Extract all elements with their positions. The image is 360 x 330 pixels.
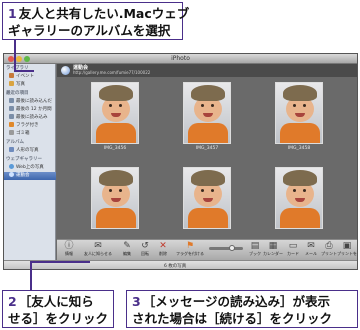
delete-icon: ✕	[159, 241, 167, 251]
sidebar-item-recent-1[interactable]: 最後に読み込んだ	[4, 98, 56, 106]
callout-2-leader	[30, 261, 32, 290]
info-icon: ⓘ	[64, 241, 74, 251]
callout-2-leader	[30, 261, 90, 263]
calendar-icon: ▦	[268, 241, 278, 251]
book-icon: ▤	[250, 241, 260, 251]
iphoto-window: iPhoto ライブラリ イベント 写真 最近の項目 最後に読み込んだ 最後の …	[3, 53, 358, 270]
flag-icon: ⚑	[185, 241, 195, 251]
photo-thumbnail[interactable]	[183, 167, 231, 231]
window-title: iPhoto	[171, 55, 190, 62]
tell-a-friend-button[interactable]: ✉ 友人に知らせる	[83, 241, 113, 257]
print-icon: ⎙	[325, 241, 333, 251]
step-2-callout: 2 ［友人に知ら せる］をクリック	[2, 290, 114, 328]
sidebar-item-web-selected[interactable]: 運動会	[4, 172, 56, 180]
delete-button[interactable]: ✕ 削除	[153, 241, 173, 257]
mail-icon: ✉	[307, 241, 315, 251]
book-button[interactable]: ▤ ブック	[245, 241, 265, 257]
sidebar-header-albums: アルバム	[6, 140, 24, 145]
photo-thumbnail[interactable]: IMG_3456	[91, 82, 139, 151]
album-icon	[9, 98, 14, 103]
calendar-button[interactable]: ▦ カレンダー	[263, 241, 283, 257]
child-photo	[275, 82, 323, 144]
info-button[interactable]: ⓘ 情報	[59, 241, 79, 257]
sidebar-item-events[interactable]: イベント	[4, 73, 56, 81]
sidebar-item-recent-2[interactable]: 最後の 12 か月間	[4, 106, 56, 114]
child-photo	[91, 82, 139, 144]
edit-icon: ✎	[123, 241, 131, 251]
flag-button[interactable]: ⚑ フラグを付ける	[175, 241, 205, 257]
rotate-icon: ↺	[141, 241, 149, 251]
edit-button[interactable]: ✎ 編集	[117, 241, 137, 257]
sidebar-item-album[interactable]: 人形の写真	[4, 147, 56, 155]
order-prints-button[interactable]: ▣プリントを注文	[337, 241, 357, 257]
print-button[interactable]: ⎙ プリント	[319, 241, 339, 257]
rotate-button[interactable]: ↺ 回転	[135, 241, 155, 257]
card-button[interactable]: ▭ カード	[283, 241, 303, 257]
sidebar-item-photos[interactable]: 写真	[4, 81, 56, 89]
callout-1-leader	[14, 40, 16, 70]
sidebar-item-recent-3[interactable]: 最後に読み込み	[4, 114, 56, 122]
source-list-sidebar: ライブラリ イベント 写真 最近の項目 最後に読み込んだ 最後の 12 か月間 …	[4, 64, 56, 269]
album-icon	[9, 147, 14, 152]
sidebar-header-recent: 最近の項目	[6, 91, 29, 96]
sidebar-header-web-gallery: ウェブギャラリー	[6, 157, 42, 162]
trash-icon	[9, 130, 14, 135]
step-1-callout: 1 友人と共有したい.Macウェブ ギャラリーのアルバムを選択	[2, 2, 189, 40]
mail-button[interactable]: ✉ メール	[301, 241, 321, 257]
web-gallery-icon	[9, 172, 14, 177]
photo-caption: IMG_3457	[195, 146, 219, 151]
child-photo	[275, 167, 323, 229]
photo-thumbnail[interactable]: IMG_3457	[183, 82, 231, 151]
callout-1-leader	[14, 70, 34, 72]
photo-thumbnail[interactable]: IMG_3458	[275, 82, 323, 151]
album-url[interactable]: http://gallery.me.com/fumie77/100022	[73, 70, 150, 75]
photo-count: 6 枚の写真	[164, 264, 187, 269]
child-photo	[91, 167, 139, 229]
sidebar-item-web-1[interactable]: Web上の写真	[4, 164, 56, 172]
web-gallery-icon	[61, 66, 70, 75]
photo-thumbnail[interactable]	[275, 167, 323, 231]
sidebar-item-trash[interactable]: ゴミ箱	[4, 130, 56, 138]
photo-caption: IMG_3456	[103, 146, 127, 151]
card-icon: ▭	[288, 241, 298, 251]
events-icon	[9, 73, 14, 78]
sidebar-item-flagged[interactable]: フラグ付き	[4, 122, 56, 130]
photo-caption: IMG_3458	[287, 146, 311, 151]
web-gallery-icon	[9, 164, 14, 169]
order-prints-icon: ▣	[342, 241, 352, 251]
child-photo	[183, 82, 231, 144]
zoom-slider-knob[interactable]	[229, 245, 235, 251]
step-3-callout: 3 ［メッセージの読み込み］が表示 された場合は［続ける］をクリック	[126, 290, 358, 328]
title-bar[interactable]: iPhoto	[4, 54, 357, 64]
photo-thumbnail[interactable]	[91, 167, 139, 231]
photo-browser: 運動会 http://gallery.me.com/fumie77/100022…	[57, 64, 357, 239]
album-icon	[9, 114, 14, 119]
tell-friend-icon: ✉	[94, 241, 102, 251]
album-header: 運動会 http://gallery.me.com/fumie77/100022	[57, 64, 357, 77]
bottom-toolbar: ⓘ 情報 ✉ 友人に知らせる ✎ 編集 ↺ 回転 ✕ 削除 ⚑ フラグを付ける ▤ ブック ▦…	[57, 239, 357, 260]
flag-icon	[9, 122, 14, 127]
zoom-slider[interactable]	[209, 245, 243, 251]
child-photo	[183, 167, 231, 229]
photos-icon	[9, 81, 14, 86]
album-icon	[9, 106, 14, 111]
